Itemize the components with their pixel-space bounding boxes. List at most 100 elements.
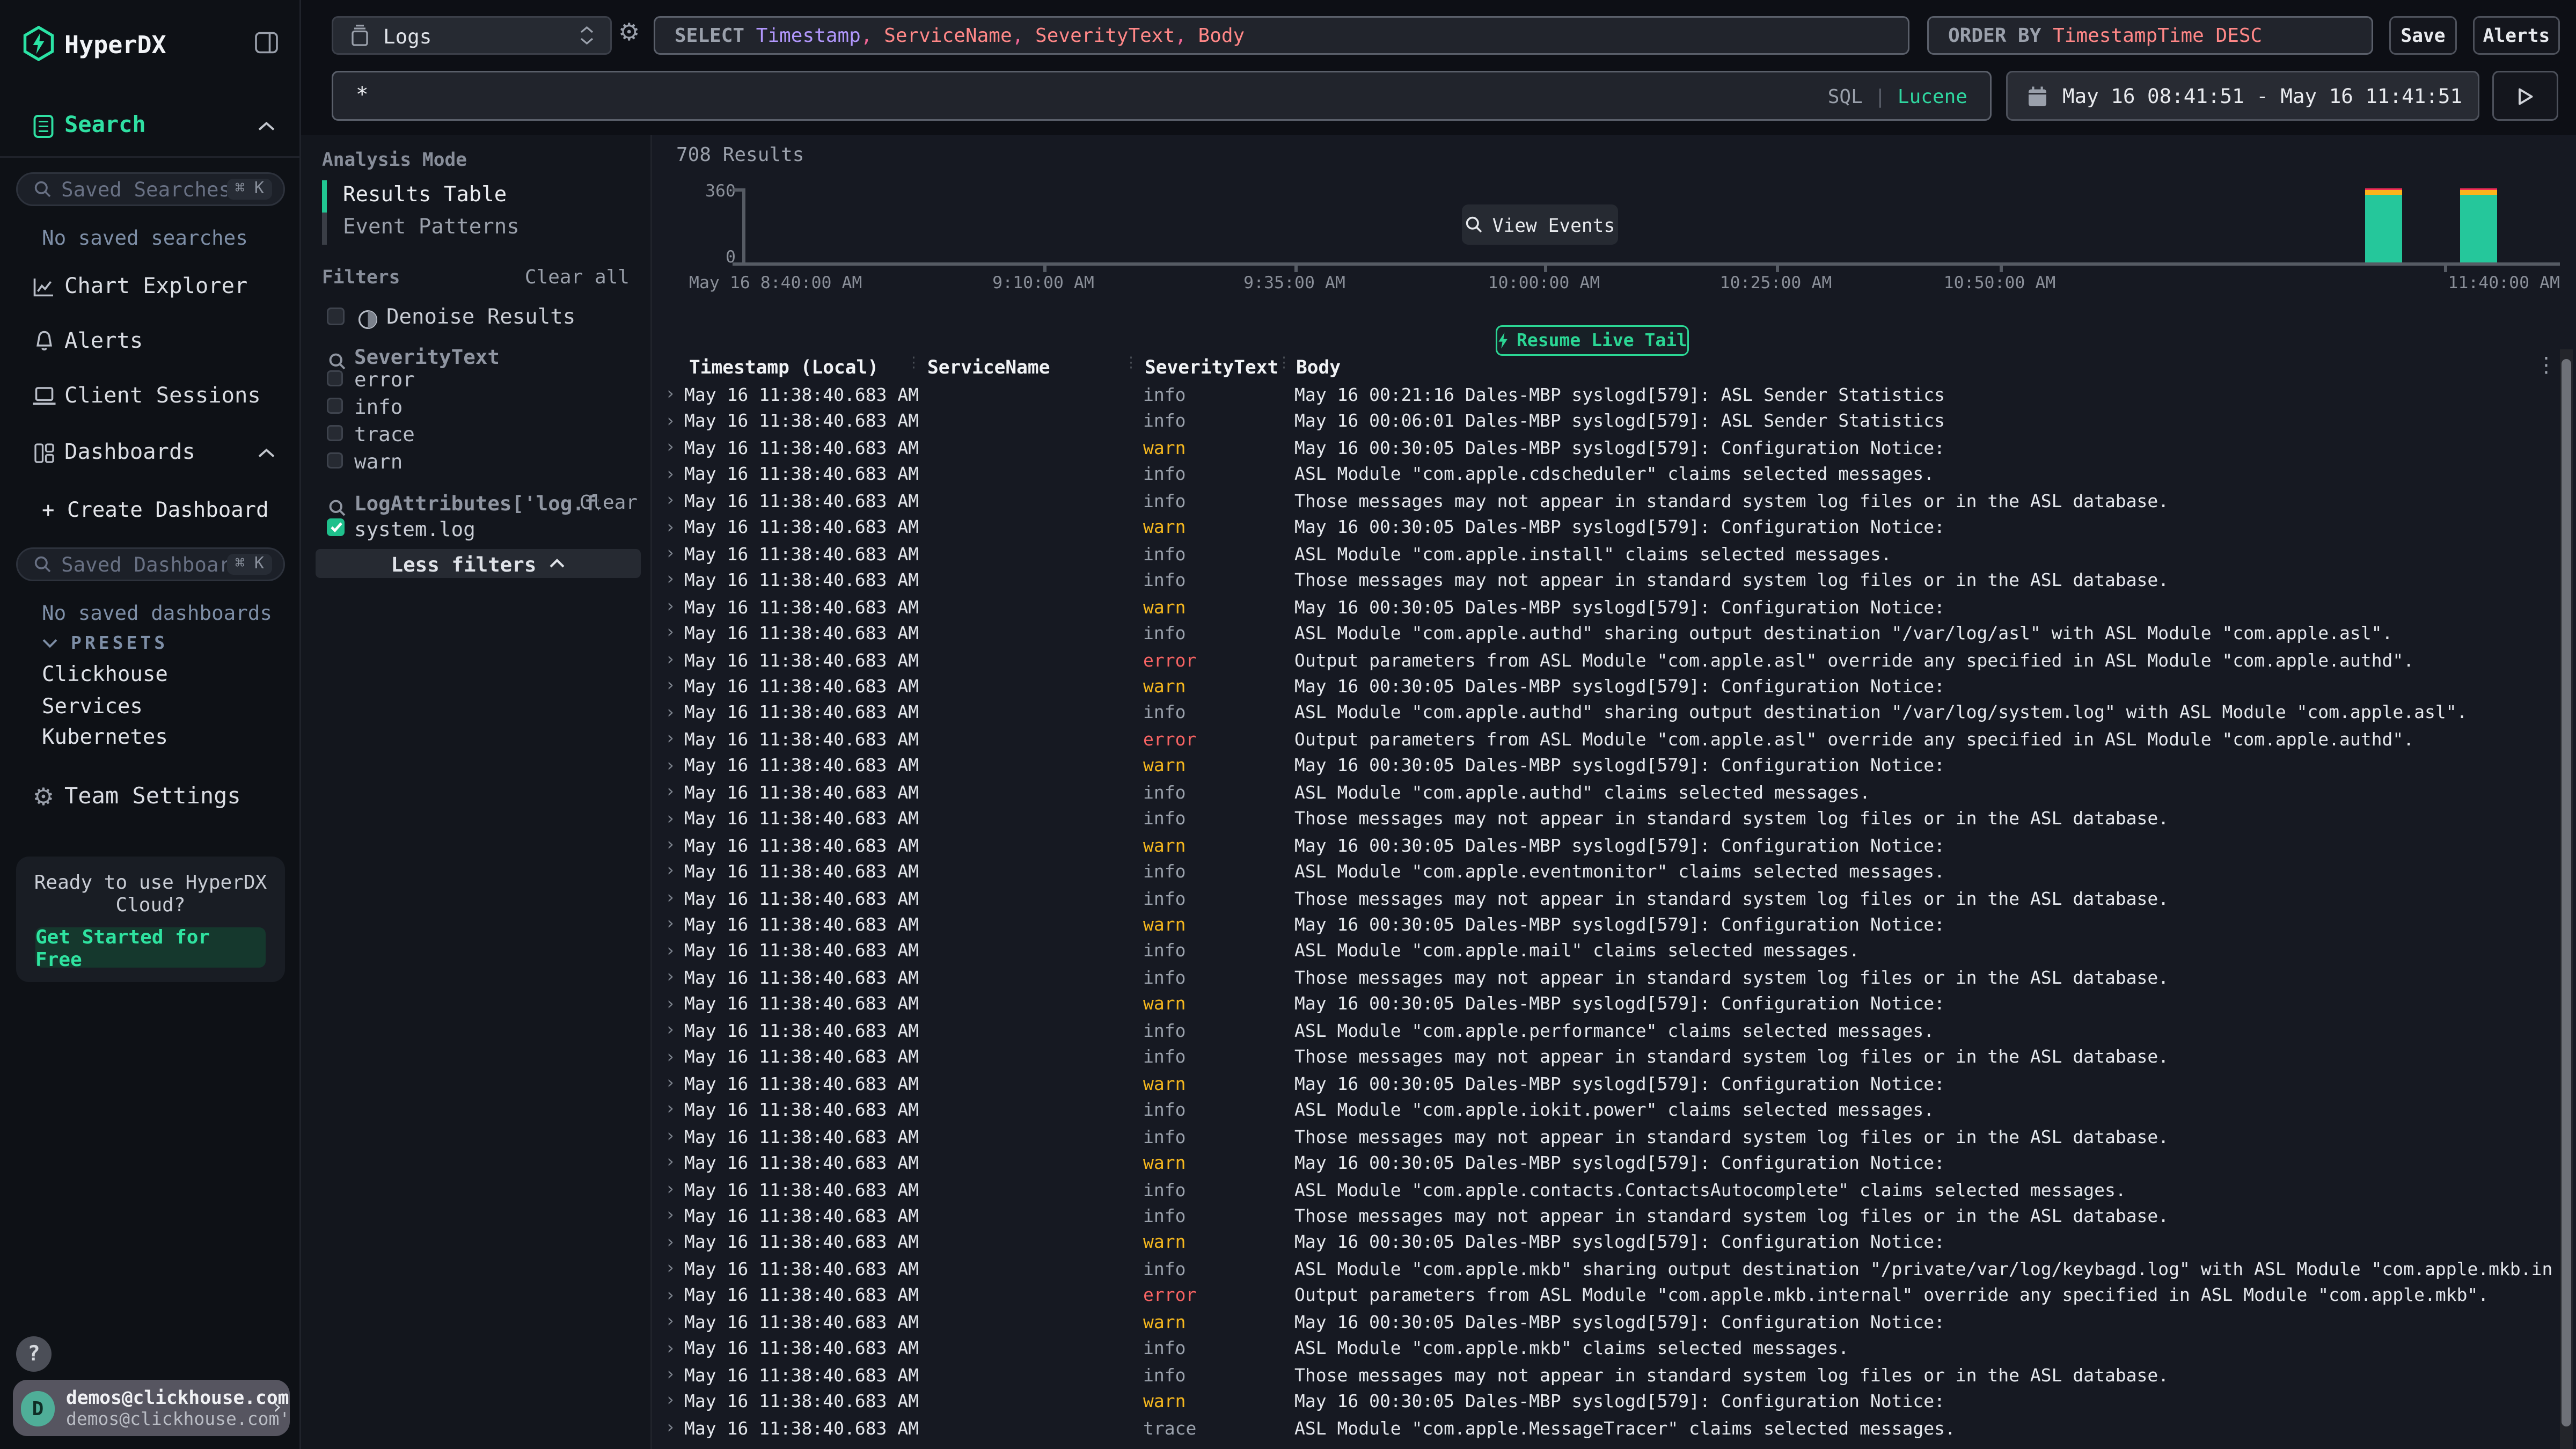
- log-row[interactable]: ›May 16 11:38:40.683 AMwarnMay 16 00:30:…: [652, 991, 2552, 1018]
- row-expand-chevron-icon[interactable]: ›: [665, 1150, 676, 1176]
- row-expand-chevron-icon[interactable]: ›: [665, 1336, 676, 1362]
- sidebar-collapse-icon[interactable]: [254, 31, 279, 61]
- sidebar-item-client-sessions[interactable]: Client Sessions: [0, 377, 301, 415]
- log-row[interactable]: ›May 16 11:38:40.683 AMerrorOutput param…: [652, 647, 2552, 673]
- source-select[interactable]: Logs: [332, 16, 612, 55]
- filter-checkbox-trace[interactable]: [327, 425, 343, 441]
- preset-kubernetes[interactable]: Kubernetes: [42, 726, 168, 750]
- table-menu-kebab-icon[interactable]: ⋮: [2536, 354, 2557, 378]
- log-row[interactable]: ›May 16 11:38:40.683 AMwarnMay 16 00:30:…: [652, 753, 2552, 779]
- get-started-button[interactable]: Get Started for Free: [35, 927, 266, 968]
- log-row[interactable]: ›May 16 11:38:40.683 AMwarnMay 16 00:30:…: [652, 1309, 2552, 1335]
- log-row[interactable]: ›May 16 11:38:40.683 AMinfoThose message…: [652, 1362, 2552, 1388]
- search-query-input[interactable]: * SQL | Lucene: [332, 71, 1992, 121]
- row-expand-chevron-icon[interactable]: ›: [665, 1230, 676, 1256]
- log-row[interactable]: ›May 16 11:38:40.683 AMinfoThose message…: [652, 1124, 2552, 1150]
- less-filters-button[interactable]: Less filters: [316, 549, 641, 578]
- sidebar-item-chart-explorer[interactable]: Chart Explorer: [0, 267, 301, 306]
- filter-option-error[interactable]: error: [354, 367, 415, 391]
- log-row[interactable]: ›May 16 11:38:40.683 AMinfoThose message…: [652, 567, 2552, 594]
- view-events-button[interactable]: View Events: [1462, 204, 1618, 245]
- log-row[interactable]: ›May 16 11:38:40.683 AMinfoASL Module "c…: [652, 700, 2552, 726]
- filter-checkbox-warn[interactable]: [327, 452, 343, 469]
- filter-checkbox-info[interactable]: [327, 398, 343, 414]
- table-scrollbar-thumb[interactable]: [2562, 359, 2571, 1426]
- filter-checkbox-systemlog[interactable]: [327, 518, 345, 536]
- row-expand-chevron-icon[interactable]: ›: [665, 620, 676, 647]
- row-expand-chevron-icon[interactable]: ›: [665, 435, 676, 462]
- log-row[interactable]: ›May 16 11:38:40.683 AMwarnMay 16 00:30:…: [652, 1388, 2552, 1415]
- lang-sql-toggle[interactable]: SQL: [1828, 85, 1863, 107]
- lang-lucene-toggle[interactable]: Lucene: [1898, 85, 1967, 107]
- run-query-button[interactable]: [2492, 71, 2558, 121]
- log-row[interactable]: ›May 16 11:38:40.683 AMinfoASL Module "c…: [652, 859, 2552, 885]
- row-expand-chevron-icon[interactable]: ›: [665, 806, 676, 832]
- sidebar-item-search[interactable]: Search: [0, 106, 301, 145]
- log-row[interactable]: ›May 16 11:38:40.683 AMinfoThose message…: [652, 965, 2552, 991]
- column-resize-handle[interactable]: ⋮: [1277, 356, 1291, 372]
- row-expand-chevron-icon[interactable]: ›: [665, 1097, 676, 1123]
- row-expand-chevron-icon[interactable]: ›: [665, 1203, 676, 1230]
- preset-services[interactable]: Services: [42, 696, 143, 720]
- log-row[interactable]: ›May 16 11:38:40.683 AMinfoASL Module "c…: [652, 620, 2552, 647]
- sidebar-item-team-settings[interactable]: ⚙ Team Settings: [0, 778, 301, 816]
- select-query-input[interactable]: SELECT Timestamp, ServiceName, SeverityT…: [654, 16, 1909, 55]
- log-row[interactable]: ›May 16 11:38:40.683 AMwarnMay 16 00:30:…: [652, 515, 2552, 541]
- log-row[interactable]: ›May 16 11:38:40.683 AMtraceASL Module "…: [652, 1415, 2552, 1441]
- table-scrollbar-track[interactable]: [2560, 349, 2573, 1449]
- row-expand-chevron-icon[interactable]: ›: [665, 1362, 676, 1388]
- log-row[interactable]: ›May 16 11:38:40.683 AMerrorOutput param…: [652, 726, 2552, 752]
- histogram-bar[interactable]: [2365, 188, 2402, 262]
- row-expand-chevron-icon[interactable]: ›: [665, 1071, 676, 1097]
- clear-all-button[interactable]: Clear all: [525, 266, 630, 288]
- row-expand-chevron-icon[interactable]: ›: [665, 1256, 676, 1282]
- row-expand-chevron-icon[interactable]: ›: [665, 1309, 676, 1335]
- log-row[interactable]: ›May 16 11:38:40.683 AMinfoThose message…: [652, 1044, 2552, 1071]
- sidebar-item-alerts[interactable]: Alerts: [0, 322, 301, 361]
- log-row[interactable]: ›May 16 11:38:40.683 AMinfoASL Module "c…: [652, 541, 2552, 567]
- log-row[interactable]: ›May 16 11:38:40.683 AMinfoThose message…: [652, 806, 2552, 832]
- log-row[interactable]: ›May 16 11:38:40.683 AMwarnMay 16 00:30:…: [652, 594, 2552, 620]
- log-row[interactable]: ›May 16 11:38:40.683 AMinfoASL Module "c…: [652, 1256, 2552, 1282]
- log-row[interactable]: ›May 16 11:38:40.683 AMinfoASL Module "c…: [652, 779, 2552, 806]
- user-menu[interactable]: D demos@clickhouse.com demos@clickhouse.…: [13, 1380, 290, 1436]
- sidebar-item-dashboards[interactable]: Dashboards: [0, 433, 301, 472]
- row-expand-chevron-icon[interactable]: ›: [665, 1283, 676, 1309]
- filter-checkbox-error[interactable]: [327, 370, 343, 386]
- col-header-body[interactable]: Body: [1296, 354, 1341, 380]
- log-row[interactable]: ›May 16 11:38:40.683 AMinfoThose message…: [652, 1203, 2552, 1230]
- create-dashboard-button[interactable]: + Create Dashboard: [42, 499, 269, 523]
- row-expand-chevron-icon[interactable]: ›: [665, 779, 676, 806]
- row-expand-chevron-icon[interactable]: ›: [665, 382, 676, 408]
- log-row[interactable]: ›May 16 11:38:40.683 AMwarnMay 16 00:30:…: [652, 435, 2552, 462]
- log-row[interactable]: ›May 16 11:38:40.683 AMinfoThose message…: [652, 488, 2552, 514]
- row-expand-chevron-icon[interactable]: ›: [665, 1124, 676, 1150]
- row-expand-chevron-icon[interactable]: ›: [665, 1018, 676, 1044]
- log-row[interactable]: ›May 16 11:38:40.683 AMwarnMay 16 00:30:…: [652, 1071, 2552, 1097]
- row-expand-chevron-icon[interactable]: ›: [665, 408, 676, 435]
- row-expand-chevron-icon[interactable]: ›: [665, 462, 676, 488]
- row-expand-chevron-icon[interactable]: ›: [665, 1415, 676, 1441]
- col-header-severitytext[interactable]: SeverityText: [1145, 354, 1278, 380]
- column-resize-handle[interactable]: ⋮: [1124, 356, 1138, 372]
- row-expand-chevron-icon[interactable]: ›: [665, 859, 676, 885]
- log-row[interactable]: ›May 16 11:38:40.683 AMwarnMay 16 00:30:…: [652, 1230, 2552, 1256]
- filter-option-systemlog[interactable]: system.log: [354, 517, 475, 541]
- row-expand-chevron-icon[interactable]: ›: [665, 488, 676, 514]
- row-expand-chevron-icon[interactable]: ›: [665, 700, 676, 726]
- log-row[interactable]: ›May 16 11:38:40.683 AMinfoASL Module "c…: [652, 1018, 2552, 1044]
- log-row[interactable]: ›May 16 11:38:40.683 AMinfoThose message…: [652, 885, 2552, 912]
- row-expand-chevron-icon[interactable]: ›: [665, 965, 676, 991]
- row-expand-chevron-icon[interactable]: ›: [665, 885, 676, 912]
- presets-toggle[interactable]: PRESETS: [42, 633, 168, 654]
- denoise-checkbox[interactable]: [327, 308, 345, 325]
- resume-live-tail-button[interactable]: Resume Live Tail: [1496, 325, 1689, 356]
- row-expand-chevron-icon[interactable]: ›: [665, 541, 676, 567]
- log-row[interactable]: ›May 16 11:38:40.683 AMinfoASL Module "c…: [652, 938, 2552, 964]
- row-expand-chevron-icon[interactable]: ›: [665, 726, 676, 752]
- row-expand-chevron-icon[interactable]: ›: [665, 912, 676, 938]
- alerts-button[interactable]: Alerts: [2473, 16, 2560, 55]
- log-row[interactable]: ›May 16 11:38:40.683 AMwarnMay 16 00:30:…: [652, 674, 2552, 700]
- preset-clickhouse[interactable]: Clickhouse: [42, 663, 168, 687]
- date-range-picker[interactable]: May 16 08:41:51 - May 16 11:41:51: [2006, 71, 2479, 121]
